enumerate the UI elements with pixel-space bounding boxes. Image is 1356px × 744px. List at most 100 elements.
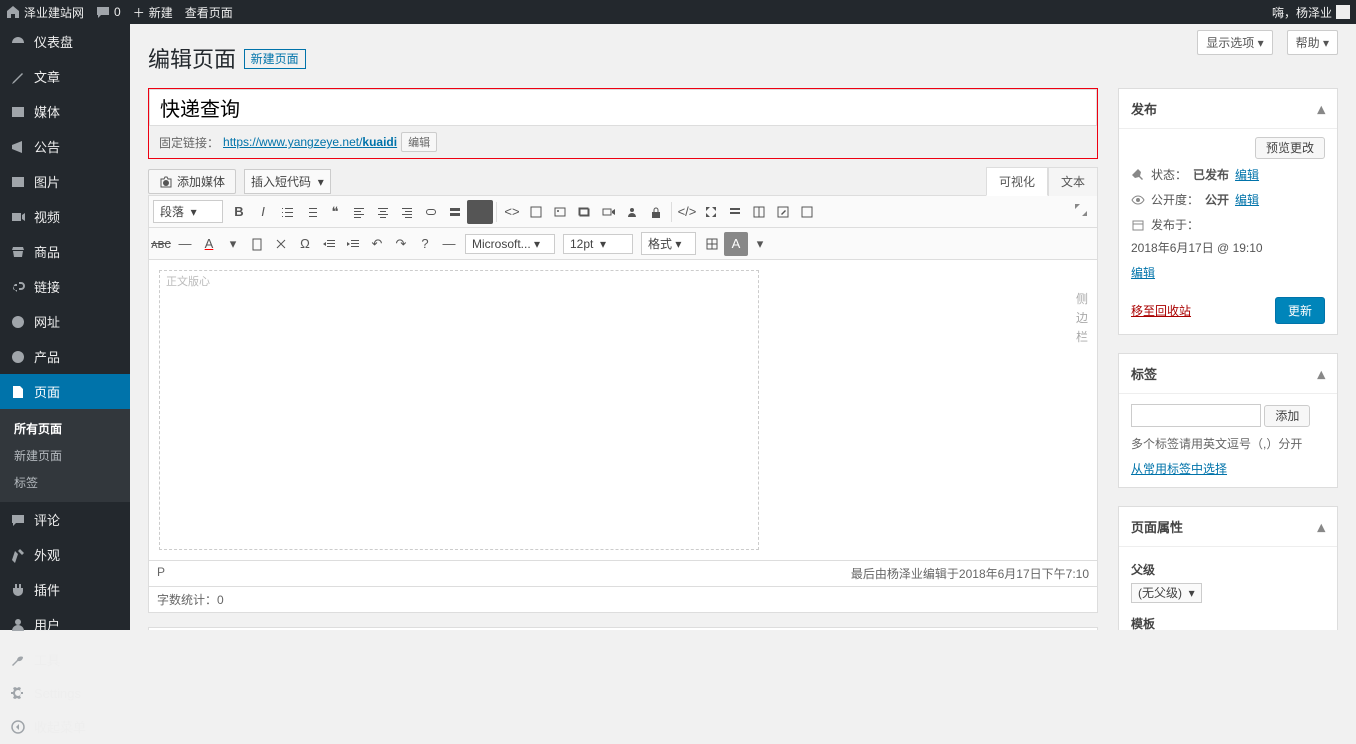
hr2-button[interactable]: ― (437, 232, 461, 256)
format-select[interactable]: 段落 ▾ (153, 200, 223, 223)
code-button[interactable]: <> (500, 200, 524, 224)
site-name[interactable]: 泽业建站网 (6, 4, 84, 21)
number-list-button[interactable] (299, 200, 323, 224)
blockquote-button[interactable]: ❝ (323, 200, 347, 224)
fullscreen-button[interactable] (1073, 202, 1097, 221)
insert-shortcode-select[interactable]: 插入短代码 ▾ (244, 169, 331, 194)
choose-tags-link[interactable]: 从常用标签中选择 (1131, 462, 1227, 476)
menu-media[interactable]: 媒体 (0, 94, 130, 129)
comments-count[interactable]: 0 (96, 5, 121, 19)
post-title-input[interactable] (149, 89, 1097, 126)
preview-button[interactable]: 预览更改 (1255, 137, 1325, 159)
menu-notice[interactable]: 公告 (0, 129, 130, 164)
video-insert-button[interactable] (596, 200, 620, 224)
menu-links[interactable]: 链接 (0, 269, 130, 304)
sub-tags[interactable]: 标签 (0, 469, 130, 496)
publish-toggle[interactable]: ▴ (1317, 100, 1325, 118)
bg-color-button[interactable]: A (724, 232, 748, 256)
align-left-button[interactable] (347, 200, 371, 224)
menu-products[interactable]: 商品 (0, 234, 130, 269)
tag-add-button[interactable]: 添加 (1264, 405, 1310, 427)
menu-users[interactable]: 用户 (0, 607, 130, 642)
edit-button[interactable] (771, 200, 795, 224)
hr-button[interactable]: ― (173, 232, 197, 256)
expand-button[interactable] (699, 200, 723, 224)
update-button[interactable]: 更新 (1275, 297, 1325, 324)
menu-images[interactable]: 图片 (0, 164, 130, 199)
sub-all-pages[interactable]: 所有页面 (0, 415, 130, 442)
strikethrough-button[interactable]: ᴀʙᴄ (149, 232, 173, 256)
clear-format-button[interactable] (269, 232, 293, 256)
editor-canvas-wrap: 正文版心 (149, 260, 1067, 560)
permalink-edit-button[interactable]: 编辑 (401, 132, 437, 152)
more-button[interactable] (443, 200, 467, 224)
font-family-select[interactable]: Microsoft... ▾ (465, 234, 555, 254)
add-media-button[interactable]: 添加媒体 (148, 169, 236, 194)
text-color-picker[interactable]: ▾ (221, 232, 245, 256)
editor-canvas[interactable]: 正文版心 (159, 270, 759, 550)
editor-path: P (157, 565, 165, 582)
align-right-button[interactable] (395, 200, 419, 224)
menu-pages-sub: 所有页面 新建页面 标签 (0, 409, 130, 502)
tab-visual[interactable]: 可视化 (986, 167, 1048, 196)
menu-collapse[interactable]: 收起菜单 (0, 709, 130, 744)
settings-button[interactable] (723, 200, 747, 224)
template-button[interactable] (795, 200, 819, 224)
move-trash-link[interactable]: 移至回收站 (1131, 302, 1191, 319)
tags-title: 标签 (1131, 364, 1157, 383)
help-toggle[interactable]: 帮助 ▾ (1287, 30, 1338, 55)
menu-tools[interactable]: 工具 (0, 642, 130, 677)
edit-date-link[interactable]: 编辑 (1131, 264, 1155, 281)
tag-input[interactable] (1131, 404, 1261, 427)
menu-video[interactable]: 视频 (0, 199, 130, 234)
align-center-button[interactable] (371, 200, 395, 224)
menu-comments[interactable]: 评论 (0, 502, 130, 537)
menu-posts[interactable]: 文章 (0, 59, 130, 94)
screen-options-toggle[interactable]: 显示选项 ▾ (1197, 30, 1272, 55)
menu-dashboard[interactable]: 仪表盘 (0, 24, 130, 59)
redo-button[interactable]: ↷ (389, 232, 413, 256)
lock-button[interactable] (644, 200, 668, 224)
menu-plugins[interactable]: 插件 (0, 572, 130, 607)
menu-settings[interactable]: Settings (0, 677, 130, 709)
outdent-button[interactable] (317, 232, 341, 256)
image-button[interactable] (548, 200, 572, 224)
attrs-toggle[interactable]: ▴ (1317, 518, 1325, 536)
indent-button[interactable] (341, 232, 365, 256)
menu-appearance[interactable]: 外观 (0, 537, 130, 572)
new-page-button[interactable]: 新建页面 (244, 49, 306, 69)
source-button[interactable]: </> (675, 200, 699, 224)
format-menu[interactable]: 格式 ▾ (641, 232, 696, 255)
tab-text[interactable]: 文本 (1048, 167, 1098, 196)
sub-new-page[interactable]: 新建页面 (0, 442, 130, 469)
italic-button[interactable]: I (251, 200, 275, 224)
link-button[interactable] (419, 200, 443, 224)
menu-sites[interactable]: 网址 (0, 304, 130, 339)
menu-pages[interactable]: 页面 (0, 374, 130, 409)
bold-button[interactable]: B (227, 200, 251, 224)
special-char-button[interactable]: Ω (293, 232, 317, 256)
font-size-select[interactable]: 12pt ▾ (563, 234, 633, 254)
paste-text-button[interactable] (245, 232, 269, 256)
permalink-link[interactable]: https://www.yangzeye.net/kuaidi (223, 135, 397, 149)
view-page[interactable]: 查看页面 (185, 4, 233, 21)
bullet-list-button[interactable] (275, 200, 299, 224)
table-button[interactable] (700, 232, 724, 256)
widget-button[interactable] (524, 200, 548, 224)
gallery-button[interactable] (572, 200, 596, 224)
menu-product2[interactable]: 产品 (0, 339, 130, 374)
edit-visibility-link[interactable]: 编辑 (1235, 191, 1259, 208)
avatar[interactable] (1336, 5, 1350, 19)
user-button[interactable] (620, 200, 644, 224)
greeting[interactable]: 嗨，杨泽业 (1272, 4, 1332, 21)
layout-button[interactable] (747, 200, 771, 224)
help-button[interactable]: ? (413, 232, 437, 256)
edit-status-link[interactable]: 编辑 (1235, 166, 1259, 183)
new-content[interactable]: ＋ 新建 (133, 4, 173, 21)
parent-select[interactable]: (无父级) ▾ (1131, 583, 1202, 603)
bg-color-picker[interactable]: ▾ (748, 232, 772, 256)
toolbar-toggle-button[interactable] (467, 200, 493, 224)
tags-toggle[interactable]: ▴ (1317, 365, 1325, 383)
undo-button[interactable]: ↶ (365, 232, 389, 256)
text-color-button[interactable]: A (197, 232, 221, 256)
